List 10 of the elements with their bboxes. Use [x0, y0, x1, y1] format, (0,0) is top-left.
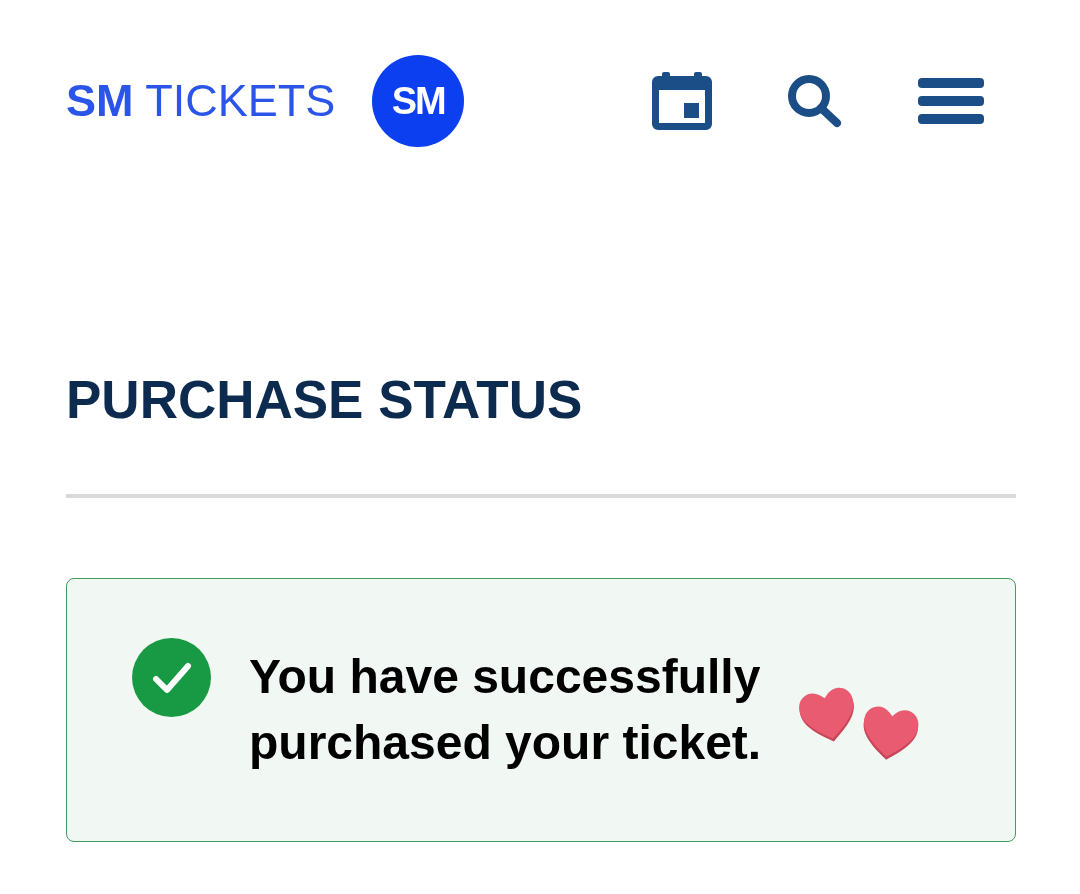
calendar-button[interactable]: [652, 72, 712, 130]
menu-icon: [918, 78, 984, 124]
page-title: PURCHASE STATUS: [66, 369, 584, 431]
search-button[interactable]: [787, 74, 843, 128]
menu-button[interactable]: [918, 78, 984, 124]
brand-name: SM TICKETS: [66, 75, 336, 127]
calendar-icon: [652, 72, 712, 130]
status-message: You have successfully purchased your ticket.: [249, 649, 763, 771]
brand-logo: SM: [372, 55, 465, 147]
search-icon: [787, 74, 843, 128]
